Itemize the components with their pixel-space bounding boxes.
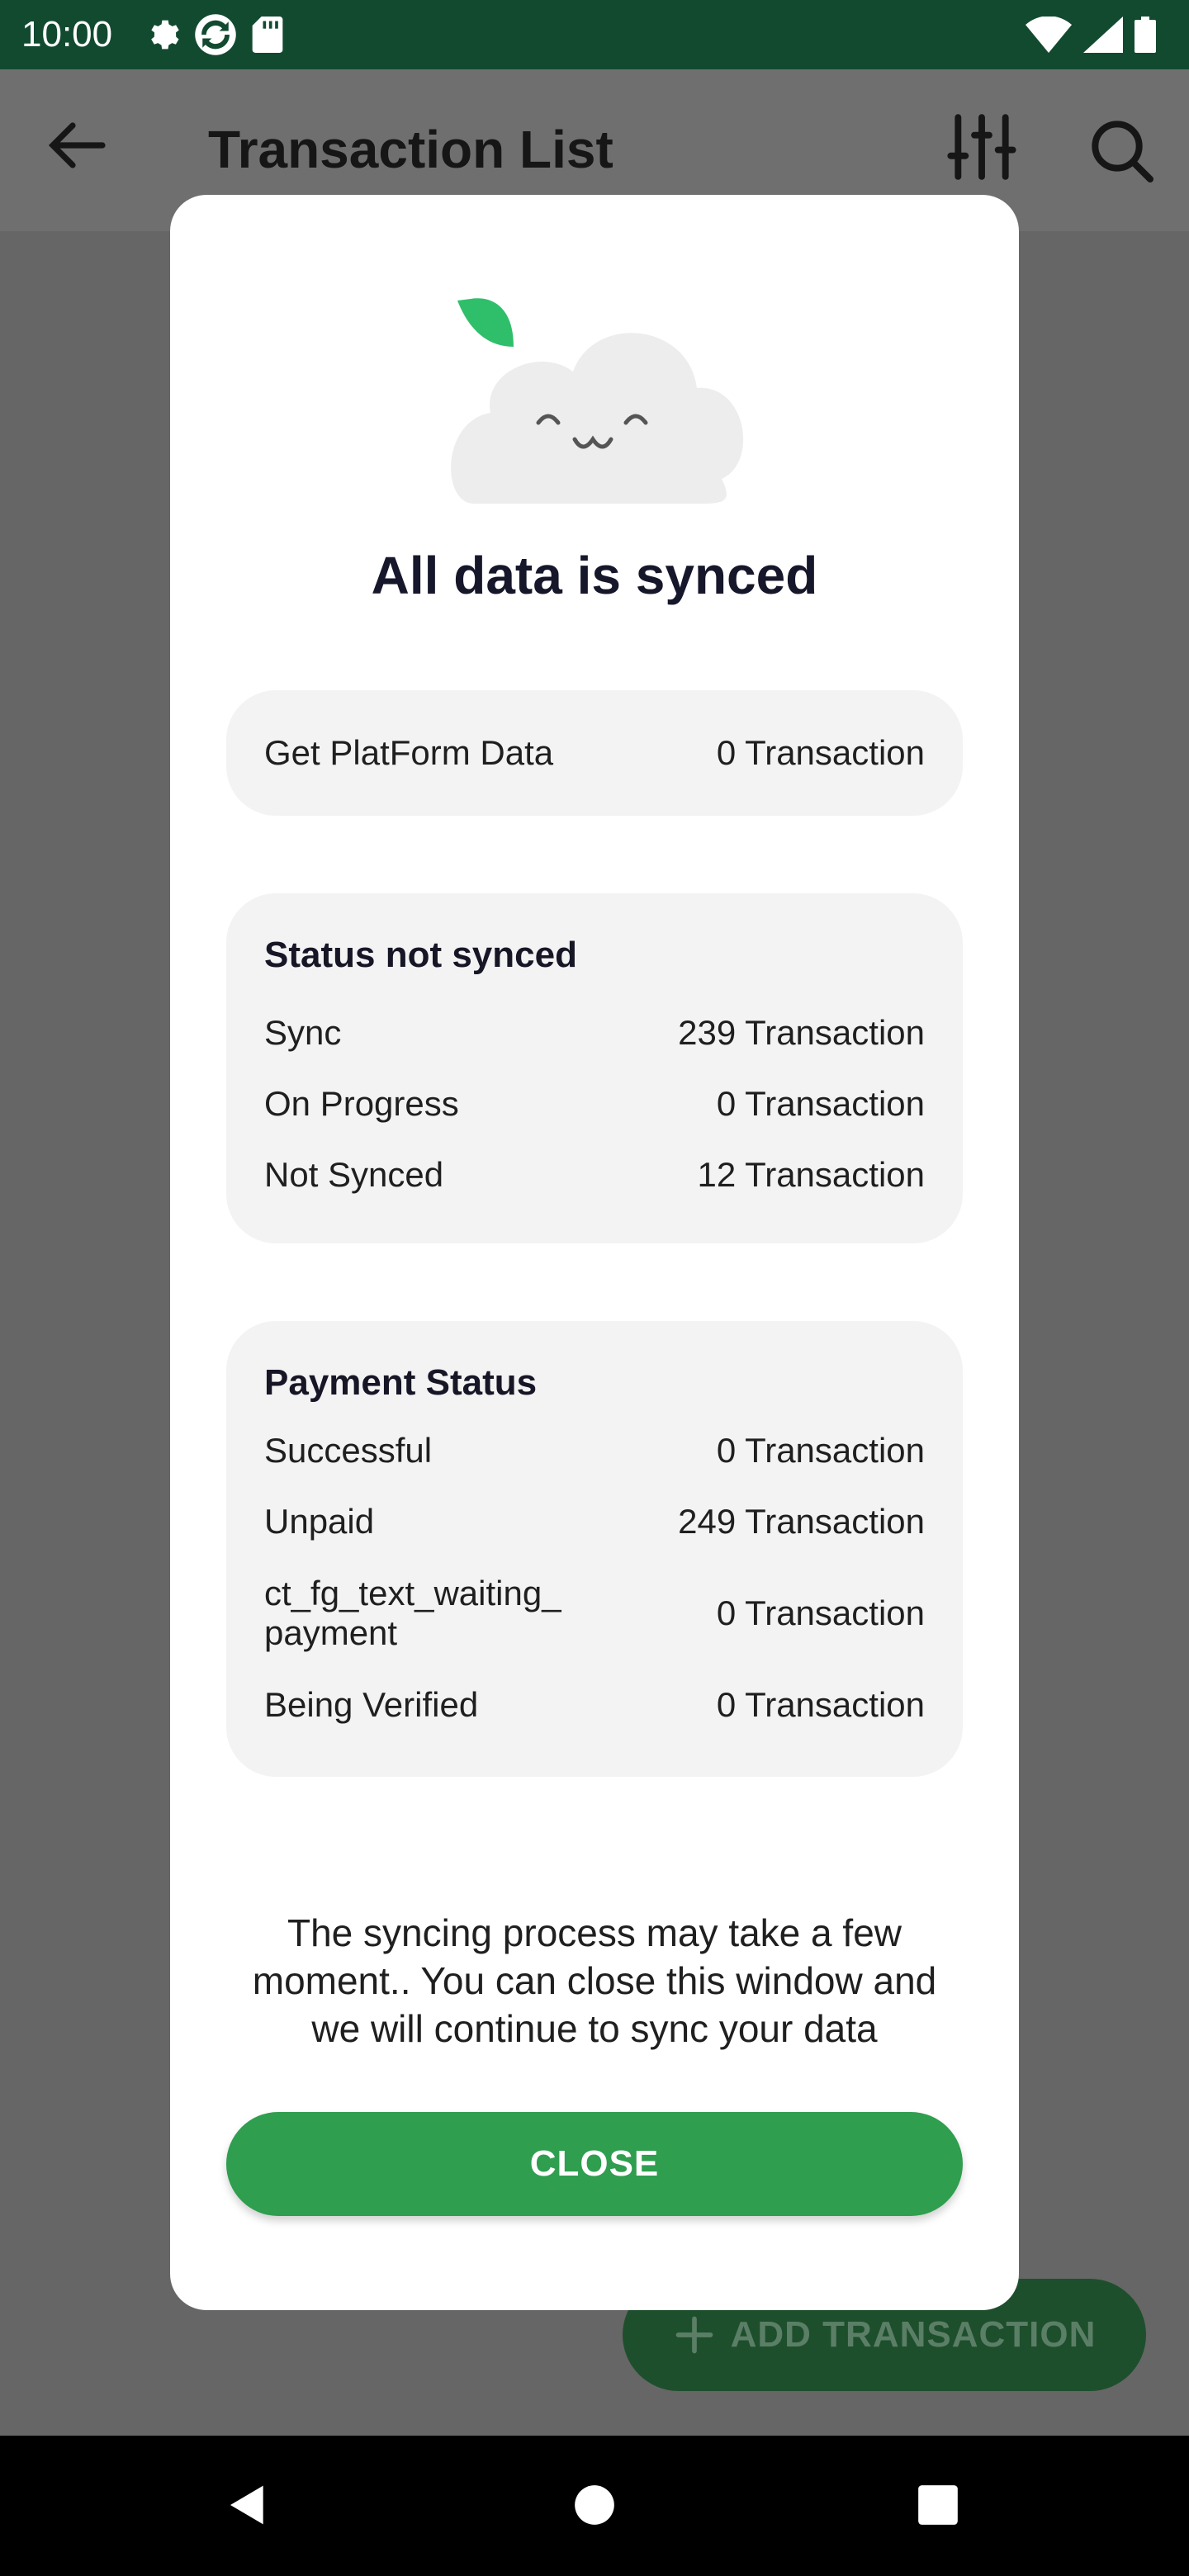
being-verified-row: Being Verified 0 Transaction (264, 1669, 925, 1740)
row-label: Not Synced (264, 1155, 444, 1194)
back-arrow-icon[interactable] (48, 121, 107, 170)
payment-status-card: Payment Status Successful 0 Transaction … (226, 1321, 963, 1777)
row-value: 0 Transaction (716, 1593, 925, 1632)
platform-row: Get PlatForm Data 0 Transaction (264, 733, 925, 773)
navigation-bar (0, 2436, 1189, 2576)
battery-icon (1135, 17, 1156, 53)
not-synced-row: Not Synced 12 Transaction (264, 1139, 925, 1210)
on-progress-row: On Progress 0 Transaction (264, 1068, 925, 1139)
row-value: 0 Transaction (716, 1084, 925, 1123)
row-label: Sync (264, 1013, 342, 1052)
status-time: 10:00 (21, 14, 113, 54)
page-title: Transaction List (208, 120, 613, 179)
status-icons-left (144, 12, 284, 57)
unpaid-row: Unpaid 249 Transaction (264, 1486, 925, 1557)
row-value: 239 Transaction (678, 1013, 925, 1052)
status-bar: 10:00 (0, 0, 1189, 69)
nav-home-icon[interactable] (573, 2484, 616, 2526)
sd-card-icon (252, 17, 283, 53)
row-value: 0 Transaction (716, 1431, 925, 1470)
nav-back-icon[interactable] (225, 2482, 271, 2528)
sync-icon (195, 14, 236, 55)
row-label: On Progress (264, 1084, 459, 1123)
wifi-icon (1026, 17, 1072, 53)
sync-row: Sync 239 Transaction (264, 997, 925, 1068)
dialog-title: All data is synced (371, 546, 818, 605)
row-label: Unpaid (264, 1502, 375, 1541)
row-label: Successful (264, 1431, 433, 1470)
signal-icon (1083, 17, 1123, 53)
platform-value: 0 Transaction (716, 733, 925, 772)
platform-data-card: Get PlatForm Data 0 Transaction (226, 690, 963, 816)
filter-icon[interactable] (946, 114, 1017, 180)
sync-status-card: Status not synced Sync 239 Transaction O… (226, 893, 963, 1243)
sync-status-title: Status not synced (264, 935, 577, 975)
row-label: Being Verified (264, 1685, 479, 1724)
close-button-label: CLOSE (529, 2143, 660, 2184)
nav-recents-icon[interactable] (917, 2484, 959, 2526)
platform-label: Get PlatForm Data (264, 733, 554, 772)
add-transaction-label: ADD TRANSACTION (730, 2314, 1097, 2355)
status-icons-right (1026, 0, 1156, 69)
sync-dialog: All data is synced Get PlatForm Data 0 T… (170, 195, 1019, 2310)
successful-row: Successful 0 Transaction (264, 1415, 925, 1486)
row-label: ct_fg_text_waiting_ payment (264, 1574, 561, 1652)
row-value: 0 Transaction (716, 1685, 925, 1724)
sync-info-text: The syncing process may take a few momen… (252, 1911, 937, 2050)
waiting-payment-row: ct_fg_text_waiting_ payment 0 Transactio… (264, 1557, 925, 1669)
close-button[interactable]: CLOSE (226, 2112, 963, 2216)
payment-status-title: Payment Status (264, 1362, 538, 1403)
plus-icon (675, 2316, 713, 2354)
search-icon[interactable] (1088, 117, 1154, 183)
row-value: 12 Transaction (697, 1155, 925, 1194)
row-value: 249 Transaction (678, 1502, 925, 1541)
settings-icon (151, 20, 179, 50)
cloud-mascot-icon (451, 298, 744, 504)
